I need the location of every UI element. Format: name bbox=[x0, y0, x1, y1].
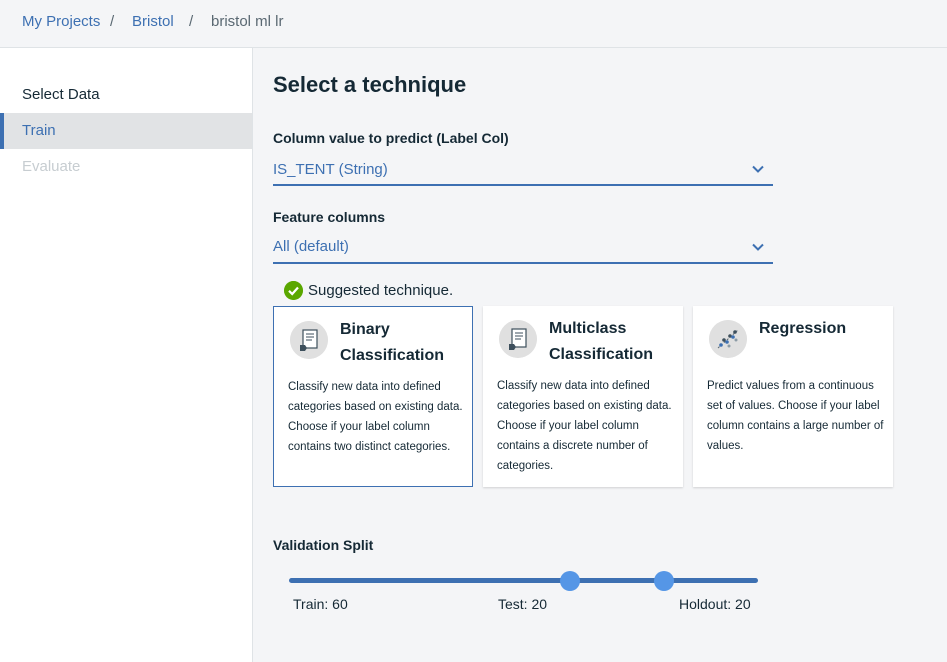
label-col-label: Column value to predict (Label Col) bbox=[273, 130, 509, 146]
feature-cols-select[interactable]: All (default) bbox=[273, 234, 773, 264]
sidebar-item-select-data[interactable]: Select Data bbox=[0, 77, 252, 113]
breadcrumb-current: bristol ml lr bbox=[211, 13, 284, 30]
sidebar-item-train[interactable]: Train bbox=[0, 113, 252, 149]
label-col-select[interactable]: IS_TENT (String) bbox=[273, 156, 773, 186]
breadcrumb-my-projects[interactable]: My Projects bbox=[22, 13, 100, 30]
technique-title: Binary Classification bbox=[340, 321, 445, 364]
technique-description: Classify new data into defined categorie… bbox=[288, 381, 463, 453]
technique-description: Predict values from a continuous set of … bbox=[707, 380, 884, 452]
chevron-down-icon bbox=[752, 165, 764, 173]
split-train-value: Train: 60 bbox=[293, 596, 348, 612]
main-panel: Select a technique Column value to predi… bbox=[254, 48, 947, 662]
sidebar-item-evaluate: Evaluate bbox=[22, 158, 81, 175]
scatter-plot-icon bbox=[709, 320, 747, 358]
label-col-value: IS_TENT (String) bbox=[273, 161, 388, 178]
breadcrumb-separator: / bbox=[110, 13, 115, 30]
validation-split-label: Validation Split bbox=[273, 537, 374, 553]
checkmark-icon bbox=[284, 281, 303, 300]
page-title: Select a technique bbox=[273, 72, 467, 97]
split-test-value: Test: 20 bbox=[498, 596, 548, 612]
technique-title: Regression bbox=[759, 320, 847, 337]
technique-card-regression[interactable]: Regression Predict values from a continu… bbox=[693, 306, 893, 487]
breadcrumb-bristol[interactable]: Bristol bbox=[132, 13, 174, 30]
validation-split-track[interactable] bbox=[289, 578, 758, 583]
slider-handle-test-holdout[interactable] bbox=[654, 571, 675, 591]
suggested-text: Suggested technique. bbox=[308, 282, 454, 299]
feature-cols-value: All (default) bbox=[273, 238, 349, 255]
technique-description: Classify new data into defined categorie… bbox=[497, 380, 672, 472]
split-holdout-value: Holdout: 20 bbox=[679, 596, 751, 612]
slider-handle-train-test[interactable] bbox=[560, 571, 581, 591]
document-tag-icon bbox=[499, 320, 537, 358]
top-bar: My Projects / Bristol / bristol ml lr bbox=[0, 0, 947, 48]
sidebar: Select Data Train Evaluate bbox=[0, 48, 253, 662]
technique-card-binary[interactable]: Binary Classification Classify new data … bbox=[273, 306, 473, 487]
breadcrumb-separator: / bbox=[189, 13, 194, 30]
feature-cols-label: Feature columns bbox=[273, 209, 386, 225]
chevron-down-icon bbox=[752, 243, 764, 251]
document-tag-icon bbox=[290, 321, 328, 359]
technique-title: Multiclass Classification bbox=[549, 320, 654, 363]
technique-card-multiclass[interactable]: Multiclass Classification Classify new d… bbox=[483, 306, 683, 487]
